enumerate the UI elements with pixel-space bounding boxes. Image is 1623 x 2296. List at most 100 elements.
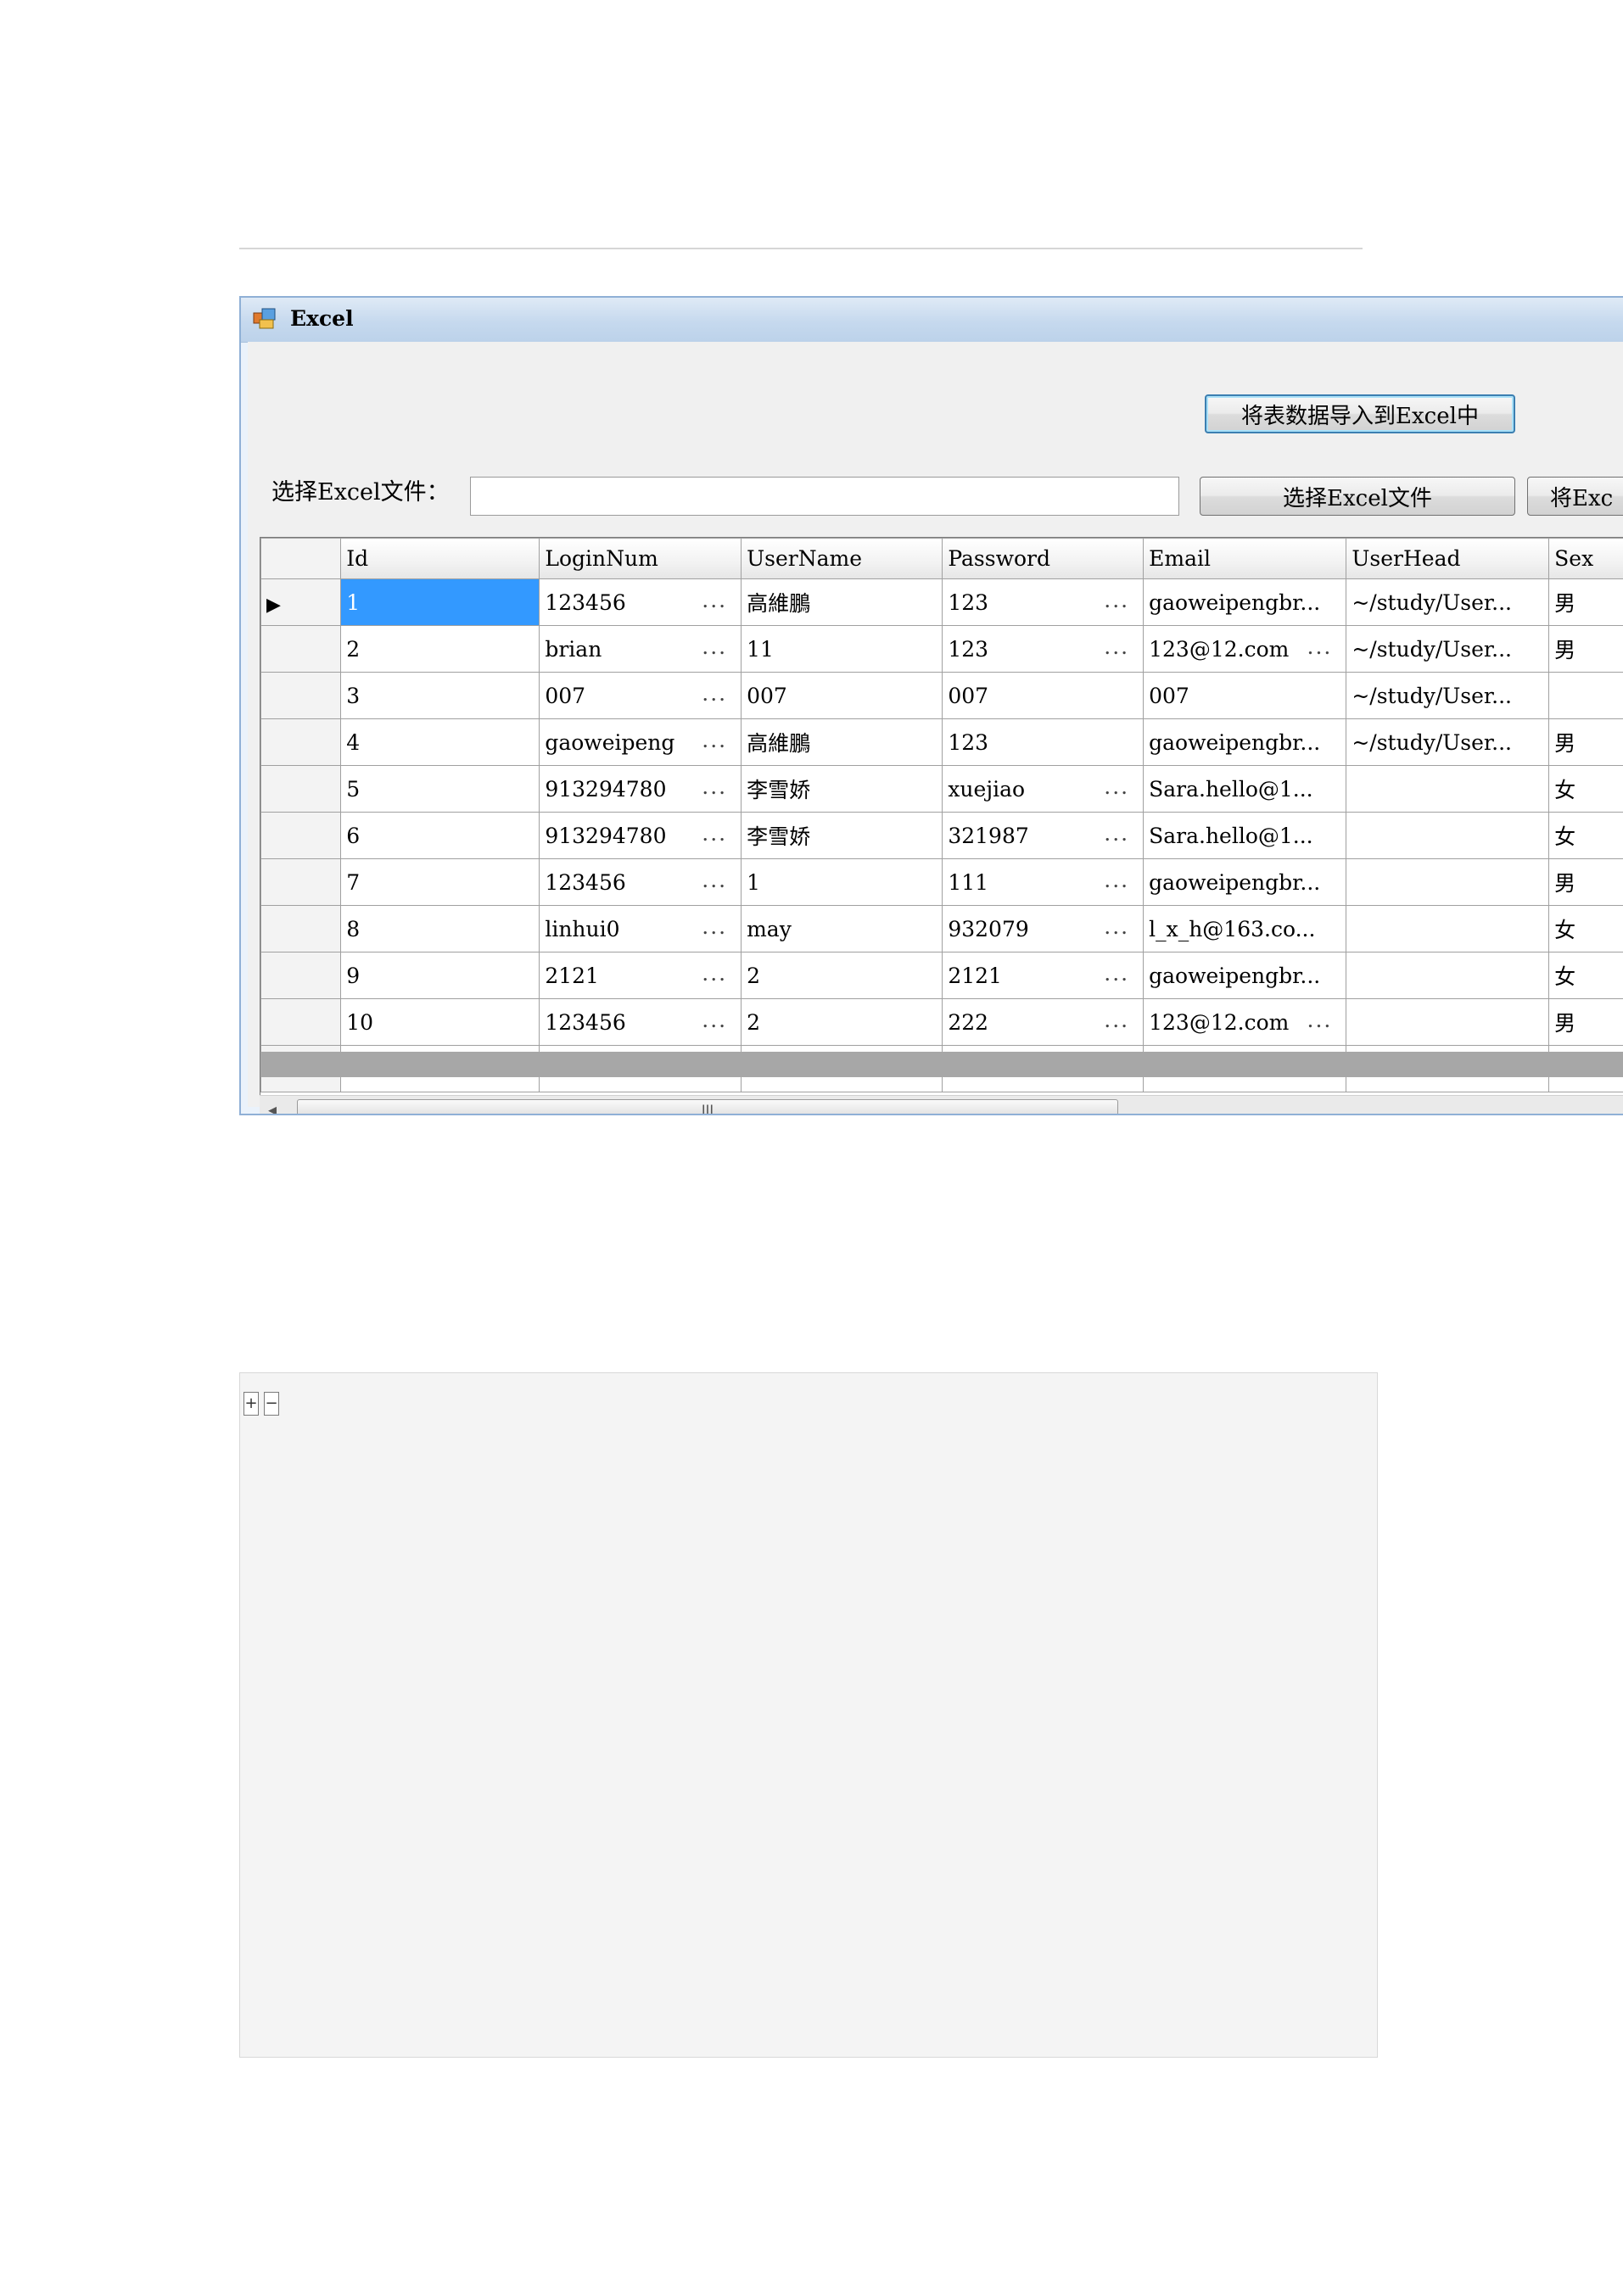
column-header-password[interactable]: Password [942, 538, 1144, 579]
cell-userhead[interactable]: ~/study/User... [1346, 718, 1550, 766]
cell-loginnum[interactable]: 123456... [539, 578, 742, 626]
cell-loginnum[interactable]: brian... [539, 625, 742, 673]
cell-userhead[interactable] [1346, 765, 1550, 813]
cell-username[interactable]: 11 [741, 625, 943, 673]
cell-sex[interactable] [1548, 672, 1623, 719]
cell-loginnum[interactable]: 123456... [539, 858, 742, 906]
column-header-userhead[interactable]: UserHead [1346, 538, 1550, 579]
cell-id[interactable]: 9 [340, 952, 540, 999]
cell-email[interactable]: Sara.hello@1... [1143, 812, 1347, 859]
cell-email[interactable]: gaoweipengbr... [1143, 952, 1347, 999]
export-to-excel-button[interactable]: 将表数据导入到Excel中 [1205, 394, 1515, 433]
row-header[interactable]: ▶ [260, 578, 342, 626]
column-header-sex[interactable]: Sex [1548, 538, 1623, 579]
cell-userhead[interactable] [1346, 905, 1550, 952]
cell-ellipsis-button[interactable]: ... [702, 914, 727, 939]
cell-ellipsis-button[interactable]: ... [1104, 1008, 1129, 1032]
cell-ellipsis-button[interactable]: ... [702, 774, 727, 799]
row-header[interactable] [260, 625, 342, 673]
column-header-loginnum[interactable]: LoginNum [539, 538, 742, 579]
table-row[interactable]: ▶ 1 123456... 高維鵬 123... gaoweipengbr... ~/stu… [260, 578, 1623, 626]
cell-email[interactable]: 123@12.com... [1143, 998, 1347, 1046]
title-bar[interactable]: Excel [241, 298, 1623, 343]
cell-sex[interactable]: 男 [1548, 578, 1623, 626]
table-row[interactable]: 3 007... 007 007 007 ~/study/User... [260, 672, 1623, 719]
cell-password[interactable]: 007 [942, 672, 1144, 719]
cell-email[interactable]: Sara.hello@1... [1143, 765, 1347, 813]
table-row[interactable]: 4 gaoweipeng... 高維鵬 123 gaoweipengbr... ~/stu… [260, 718, 1623, 766]
column-header-id[interactable]: Id [340, 538, 540, 579]
import-from-excel-button[interactable]: 将Exc [1527, 477, 1623, 516]
row-header[interactable] [260, 998, 342, 1046]
cell-ellipsis-button[interactable]: ... [1104, 961, 1129, 986]
cell-id[interactable]: 7 [340, 858, 540, 906]
cell-ellipsis-button[interactable]: ... [702, 728, 727, 752]
scroll-left-arrow-icon[interactable]: ◂ [268, 1099, 277, 1114]
table-row[interactable]: 7 123456... 1 111... gaoweipengbr... 男 [260, 858, 1623, 906]
cell-ellipsis-button[interactable]: ... [1104, 821, 1129, 846]
cell-userhead[interactable] [1346, 998, 1550, 1046]
cell-password[interactable]: 2121... [942, 952, 1144, 999]
column-header-username[interactable]: UserName [741, 538, 943, 579]
row-header[interactable] [260, 812, 342, 859]
cell-id[interactable]: 4 [340, 718, 540, 766]
cell-password[interactable]: 123... [942, 578, 1144, 626]
cell-loginnum[interactable]: gaoweipeng... [539, 718, 742, 766]
cell-loginnum[interactable]: 913294780... [539, 812, 742, 859]
scrollbar-thumb[interactable]: III [297, 1099, 1118, 1114]
cell-sex[interactable]: 女 [1548, 765, 1623, 813]
cell-ellipsis-button[interactable]: ... [702, 868, 727, 892]
cell-ellipsis-button[interactable]: ... [702, 1008, 727, 1032]
cell-id[interactable]: 8 [340, 905, 540, 952]
cell-ellipsis-button[interactable]: ... [1307, 1008, 1333, 1032]
table-row[interactable]: 5 913294780... 李雪娇 xuejiao... Sara.hello@1..… [260, 765, 1623, 813]
cell-ellipsis-button[interactable]: ... [1104, 634, 1129, 659]
cell-username[interactable]: may [741, 905, 943, 952]
cell-sex[interactable]: 男 [1548, 718, 1623, 766]
cell-password[interactable]: 123... [942, 625, 1144, 673]
cell-username[interactable]: 李雪娇 [741, 812, 943, 859]
cell-id[interactable]: 5 [340, 765, 540, 813]
row-header[interactable] [260, 718, 342, 766]
cell-id[interactable]: 3 [340, 672, 540, 719]
expand-icon[interactable]: + [243, 1392, 259, 1416]
cell-password[interactable]: 222... [942, 998, 1144, 1046]
cell-password[interactable]: 123 [942, 718, 1144, 766]
cell-ellipsis-button[interactable]: ... [702, 681, 727, 706]
cell-password[interactable]: 932079... [942, 905, 1144, 952]
cell-password[interactable]: xuejiao... [942, 765, 1144, 813]
cell-username[interactable]: 高維鵬 [741, 718, 943, 766]
cell-email[interactable]: gaoweipengbr... [1143, 578, 1347, 626]
cell-ellipsis-button[interactable]: ... [702, 588, 727, 612]
cell-userhead[interactable] [1346, 812, 1550, 859]
collapse-icon[interactable]: − [264, 1392, 279, 1416]
data-grid[interactable]: Id LoginNum UserName Password Email User… [260, 537, 1623, 1097]
cell-loginnum[interactable]: 123456... [539, 998, 742, 1046]
cell-ellipsis-button[interactable]: ... [702, 961, 727, 986]
cell-userhead[interactable]: ~/study/User... [1346, 578, 1550, 626]
cell-email[interactable]: gaoweipengbr... [1143, 858, 1347, 906]
cell-loginnum[interactable]: 007... [539, 672, 742, 719]
cell-ellipsis-button[interactable]: ... [1104, 588, 1129, 612]
cell-ellipsis-button[interactable]: ... [1104, 914, 1129, 939]
cell-username[interactable]: 007 [741, 672, 943, 719]
cell-userhead[interactable]: ~/study/User... [1346, 625, 1550, 673]
cell-username[interactable]: 2 [741, 952, 943, 999]
cell-ellipsis-button[interactable]: ... [1307, 634, 1333, 659]
cell-sex[interactable]: 男 [1548, 625, 1623, 673]
cell-id[interactable]: 6 [340, 812, 540, 859]
cell-loginnum[interactable]: 2121... [539, 952, 742, 999]
cell-username[interactable]: 高維鵬 [741, 578, 943, 626]
cell-ellipsis-button[interactable]: ... [702, 634, 727, 659]
row-header[interactable] [260, 765, 342, 813]
cell-id[interactable]: 2 [340, 625, 540, 673]
row-header[interactable] [260, 905, 342, 952]
cell-ellipsis-button[interactable]: ... [702, 821, 727, 846]
cell-id[interactable]: 1 [340, 578, 540, 626]
cell-email[interactable]: 007 [1143, 672, 1347, 719]
cell-username[interactable]: 2 [741, 998, 943, 1046]
table-row[interactable]: 8 linhui0... may 932079... l_x_h@163.co... 女 [260, 905, 1623, 952]
table-row[interactable]: 9 2121... 2 2121... gaoweipengbr... 女 [260, 952, 1623, 999]
horizontal-scrollbar[interactable]: ◂ III [260, 1095, 1623, 1114]
row-header[interactable] [260, 672, 342, 719]
